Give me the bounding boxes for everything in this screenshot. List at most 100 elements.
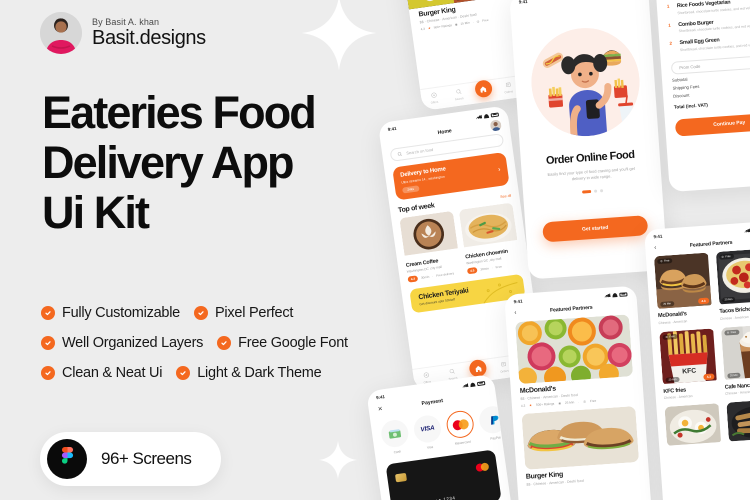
free-chip: ◎ Free xyxy=(718,253,734,260)
partner-name: Cafe Nanchas xyxy=(724,381,750,391)
payment-method-label: PayPal xyxy=(490,435,501,441)
avatar xyxy=(40,12,82,54)
scooter-icon: ◎ xyxy=(476,19,480,24)
rating-badge: 4.3 xyxy=(698,298,709,305)
ratings-count: 500+ Ratings xyxy=(433,23,453,30)
wifi-icon xyxy=(612,292,618,297)
partner-cell[interactable]: ◎ Free 20 Min 4.3 Tacos Brichor Chinese … xyxy=(715,248,750,320)
visa-icon: VISA xyxy=(412,413,443,445)
partner-cell[interactable] xyxy=(664,403,722,447)
wifi-icon xyxy=(469,381,476,387)
check-icon xyxy=(217,336,232,350)
star-icon: ★ xyxy=(529,403,533,408)
tab-label: Search xyxy=(454,95,464,101)
partner-image-grill xyxy=(725,398,750,443)
headline-line-3: Ui Kit xyxy=(42,187,150,238)
delivery-time: 30min xyxy=(420,274,430,281)
battery-icon xyxy=(490,111,499,118)
restaurant-rating: 4.3 xyxy=(420,26,426,32)
partner-cell[interactable] xyxy=(725,398,750,443)
continue-pay-button[interactable]: Continue Pay xyxy=(674,111,750,137)
page-title: Eateries Food Delivery App Ui Kit xyxy=(42,88,382,238)
headline-line-1: Eateries Food xyxy=(42,87,317,138)
phone-featured-grid: 9:41 ‹ Featured Partners ◎ Free 20 Min 4… xyxy=(644,220,750,500)
card-number: ●●●● ●●●● ●●●● 1234 xyxy=(399,495,456,500)
free-chip: ◎ Free xyxy=(662,333,678,340)
tab-offers[interactable]: Offers xyxy=(422,91,446,106)
status-time: 9:41 xyxy=(653,233,663,240)
time-chip: 20 Min xyxy=(660,301,675,307)
avatar[interactable] xyxy=(489,118,502,132)
screens-badge[interactable]: 96+ Screens xyxy=(40,432,222,486)
offers-icon xyxy=(423,372,429,378)
headline-line-2: Delivery App xyxy=(42,137,295,188)
rating-badge: 4.5 xyxy=(466,267,478,275)
partner-cell[interactable]: ◎ Free 20 Min 4.3 Cafe Nanchas Chinese ·… xyxy=(720,323,750,396)
featured-image-citrus xyxy=(515,314,634,385)
feature-label: Free Google Font xyxy=(238,335,348,351)
payment-method-paypal[interactable]: PayPal xyxy=(477,404,509,442)
status-bar: 9:41 xyxy=(509,0,648,7)
dot-active[interactable] xyxy=(582,189,592,194)
get-started-button[interactable]: Get started xyxy=(542,215,649,243)
tab-search[interactable]: Search xyxy=(447,87,471,102)
status-time: 9:41 xyxy=(513,298,523,305)
partner-image-pasta: ◎ Free 20 Min 4.3 xyxy=(715,248,750,306)
home-fab-button[interactable] xyxy=(473,79,493,99)
credit-card-visual: ●●●● ●●●● ●●●● 1234 xyxy=(385,449,502,500)
feature-item: Pixel Perfect xyxy=(194,305,293,321)
ratings-count: 500+ Ratings xyxy=(535,401,555,407)
wifi-icon xyxy=(483,113,490,119)
home-icon xyxy=(475,365,482,372)
partner-cell[interactable]: KFC ◎ Free 20 Min 4.3 KFC fries Chinese … xyxy=(659,327,718,400)
time-chip: 20 Min xyxy=(726,372,741,379)
screens-count-label: 96+ Screens xyxy=(101,449,192,468)
phone-cart: 1 Rice Foods Vegetarian Shortbread, choc… xyxy=(652,0,750,193)
time-chip: 20 Min xyxy=(721,296,736,303)
feature-item: Light & Dark Theme xyxy=(176,365,322,381)
search-icon xyxy=(449,369,455,374)
offers-icon xyxy=(430,92,437,98)
food-card[interactable]: Chicken chowmin Washington DC ,city mall… xyxy=(458,202,521,275)
signal-icon xyxy=(604,293,610,297)
free-chip: ◎ Free xyxy=(657,258,673,265)
partner-cell[interactable]: ◎ Free 20 Min 4.3 McDonald's Chinese · A… xyxy=(653,252,713,325)
feature-item: Free Google Font xyxy=(217,335,348,351)
check-icon xyxy=(41,366,55,380)
partner-image-kfc-fries: KFC ◎ Free 20 Min 4.3 xyxy=(659,327,718,386)
chip-label: Free xyxy=(730,330,737,334)
check-icon xyxy=(41,306,55,320)
orders-icon xyxy=(505,82,511,88)
delivery-time: 30min xyxy=(480,266,490,272)
paypal-icon xyxy=(477,404,509,436)
partner-image-breakfast xyxy=(664,403,722,447)
star-icon: ★ xyxy=(427,26,432,31)
partner-rating: 4.3 xyxy=(520,403,526,408)
feature-row: Fully Customizable Pixel Perfect xyxy=(41,305,386,321)
delivery-time: 15 Min xyxy=(460,20,470,26)
author-byline: By Basit A. khan xyxy=(92,17,160,27)
home-icon xyxy=(480,85,487,93)
see-all-link[interactable]: See all xyxy=(500,194,511,199)
signal-icon xyxy=(462,383,468,388)
chevron-right-icon[interactable]: › xyxy=(498,166,501,173)
check-icon xyxy=(194,306,208,320)
chip-label: Free xyxy=(663,259,670,263)
food-card[interactable]: Cream Coffee Washington DC ,city mall 4.… xyxy=(399,211,461,283)
feature-label: Light & Dark Theme xyxy=(197,365,322,381)
feature-label: Pixel Perfect xyxy=(215,305,294,321)
dot[interactable] xyxy=(594,189,598,193)
rating-badge: 4.3 xyxy=(407,275,419,283)
figma-icon xyxy=(47,439,87,479)
battery-icon xyxy=(476,380,486,386)
featured-title: Featured Partners xyxy=(549,304,593,314)
phone-onboarding: 9:41 Order Online Food Easily find your … xyxy=(509,0,668,280)
payment-method-mastercard[interactable]: Mastercard xyxy=(444,409,476,446)
dot[interactable] xyxy=(599,189,604,193)
mastercard-icon xyxy=(444,409,476,440)
feature-item: Well Organized Layers xyxy=(41,335,203,351)
feature-label: Clean & Neat Ui xyxy=(62,365,163,381)
food-thumbnail xyxy=(458,202,518,252)
status-time: 9:41 xyxy=(518,0,528,5)
payment-method-visa[interactable]: VISA Visa xyxy=(412,413,443,451)
